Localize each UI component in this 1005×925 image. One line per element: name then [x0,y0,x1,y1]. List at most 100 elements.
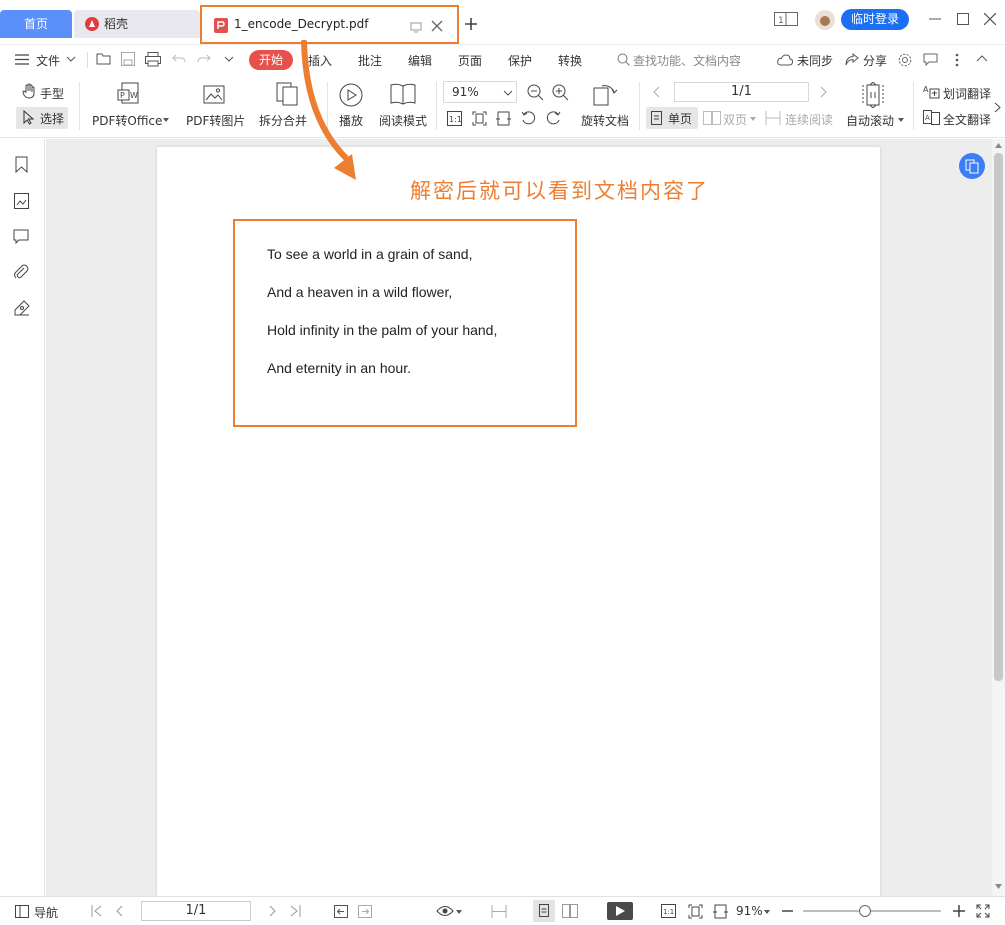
status-zoom-value[interactable]: 91% [736,904,763,918]
float-window-icon[interactable] [410,21,422,33]
ribbon-toolbar: 手型 选择 PW PDF转Office PDF转图片 拆分合并 播放 阅读模式 … [0,74,1005,138]
hamburger-menu-icon[interactable] [15,54,29,65]
menu-protect[interactable]: 保护 [508,52,532,69]
pdf-to-office-button[interactable]: PDF转Office [92,112,162,129]
share-button[interactable]: 分享 [863,52,887,69]
chevron-down-icon[interactable] [66,56,76,62]
continuous-view-icon[interactable] [491,905,507,918]
back-view-icon[interactable] [334,905,348,918]
eye-protection-icon[interactable] [436,905,454,917]
menu-convert[interactable]: 转换 [558,52,582,69]
signature-icon[interactable] [13,300,30,317]
menu-start[interactable]: 开始 [249,50,293,70]
continuous-read-button[interactable]: 连续阅读 [785,111,833,128]
scroll-thumb[interactable] [994,153,1003,681]
scroll-up-icon[interactable] [995,143,1002,148]
actual-size-icon[interactable]: 1:1 [661,904,676,918]
chevron-down-icon[interactable] [456,910,462,914]
single-page-button[interactable]: 单页 [646,107,698,129]
auto-scroll-button[interactable]: 自动滚动 [846,112,894,129]
print-icon[interactable] [145,52,161,67]
chevron-down-icon[interactable] [898,118,904,122]
chevron-down-icon[interactable] [163,118,169,122]
play-slideshow-button[interactable] [607,902,633,920]
zoom-in-icon[interactable] [552,84,569,101]
zoom-value: 91% [452,85,479,99]
zoom-slider-handle[interactable] [859,905,871,917]
minimize-icon[interactable] [929,18,941,20]
fullscreen-icon[interactable] [976,904,990,918]
thumbnail-icon[interactable] [14,193,29,209]
maximize-icon[interactable] [957,13,969,25]
poem-line: And eternity in an hour. [267,360,411,376]
tab-active-document[interactable]: 1_encode_Decrypt.pdf [200,5,459,44]
ribbon-scroll-right-icon[interactable] [994,102,1001,113]
close-tab-icon[interactable] [431,20,443,32]
close-window-icon[interactable] [984,13,996,25]
menu-page[interactable]: 页面 [458,52,482,69]
open-folder-icon[interactable] [96,52,112,66]
scroll-down-icon[interactable] [995,884,1002,889]
quick-access-dropdown-icon[interactable] [224,56,234,62]
chevron-down-icon[interactable] [764,910,770,914]
zoom-slider-track[interactable] [803,910,941,912]
fit-page-icon[interactable] [688,904,703,919]
forward-view-icon[interactable] [358,905,372,918]
rotate-left-icon[interactable] [521,111,536,125]
zoom-out-icon[interactable] [782,910,793,912]
single-page-view-button[interactable] [533,900,555,922]
read-mode-button[interactable]: 阅读模式 [379,112,427,129]
fit-page-icon[interactable] [472,111,487,126]
avatar[interactable] [815,10,835,30]
search-input[interactable]: 查找功能、文档内容 [633,52,741,69]
tab-home[interactable]: 首页 [0,10,72,38]
full-translate-button[interactable]: 全文翻译 [943,111,991,128]
navigation-panel-icon[interactable] [15,905,29,918]
menu-edit[interactable]: 编辑 [408,52,432,69]
settings-gear-icon[interactable] [898,53,912,67]
navigation-button[interactable]: 导航 [34,904,58,921]
select-tool-button[interactable]: 选择 [16,107,68,129]
fit-width-icon[interactable] [713,904,728,919]
attachment-icon[interactable] [13,264,29,280]
zoom-in-icon[interactable] [953,905,965,917]
fit-width-icon[interactable] [496,111,511,126]
next-page-icon[interactable] [269,905,277,917]
login-button[interactable]: 临时登录 [841,9,909,30]
redo-icon[interactable] [197,53,211,65]
more-options-icon[interactable] [955,53,959,67]
hand-tool-button[interactable]: 手型 [40,85,64,102]
sync-status[interactable]: 未同步 [797,52,833,69]
page-number-input[interactable]: 1/1 [674,82,809,102]
zoom-select[interactable]: 91% [443,81,517,103]
comment-list-icon[interactable] [13,229,29,244]
collapse-ribbon-icon[interactable] [976,55,988,62]
last-page-icon[interactable] [290,905,301,917]
double-page-button[interactable]: 双页 [723,111,747,128]
menu-file[interactable]: 文件 [36,52,60,69]
bookmark-icon[interactable] [15,156,28,173]
chevron-down-icon[interactable] [750,117,756,121]
undo-icon[interactable] [172,53,186,65]
status-page-input[interactable]: 1/1 [141,901,251,921]
actual-size-icon[interactable]: 1:1 [447,111,462,126]
tab-daoke[interactable]: 稻壳 [74,10,200,38]
word-translate-button[interactable]: 划词翻译 [943,85,991,102]
vertical-scrollbar[interactable] [992,139,1005,896]
new-tab-icon[interactable] [464,17,478,31]
next-page-icon[interactable] [820,86,828,98]
comment-icon[interactable] [923,53,938,66]
save-icon[interactable] [121,52,135,66]
previous-page-icon[interactable] [115,905,123,917]
rotate-document-button[interactable]: 旋转文档 [581,112,629,129]
tab-daoke-label: 稻壳 [104,17,129,31]
window-layout-icon[interactable]: 1 [774,12,798,26]
rotate-right-icon[interactable] [546,111,561,125]
daoke-logo-icon [85,17,99,31]
floating-convert-icon[interactable] [958,152,986,180]
double-page-view-icon[interactable] [562,904,578,918]
previous-page-icon[interactable] [652,86,660,98]
pdf-to-image-button[interactable]: PDF转图片 [186,112,245,129]
zoom-out-icon[interactable] [527,84,544,101]
first-page-icon[interactable] [91,905,102,917]
